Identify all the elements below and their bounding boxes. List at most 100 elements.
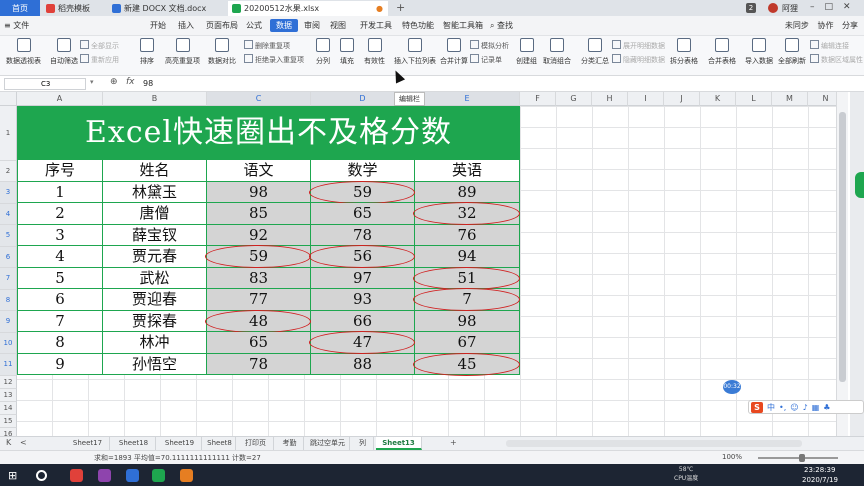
chevron-down-icon[interactable]: ▾ (90, 78, 94, 86)
import-data-button[interactable]: 导入数据 (745, 38, 773, 66)
table-cell[interactable]: 1 (17, 181, 103, 203)
sheet-tab[interactable]: 列 (352, 437, 374, 450)
highlight-dup-button[interactable]: 高亮重复项 (165, 38, 200, 66)
table-cell[interactable]: 林冲 (103, 332, 207, 354)
menu-insert[interactable]: 插入 (178, 20, 194, 31)
remove-dup-button[interactable]: 删除重复项 (244, 40, 290, 51)
zoom-icon[interactable]: ⊕ (110, 77, 118, 87)
table-cell[interactable]: 98 (415, 310, 520, 332)
hide-detail-button[interactable]: 隐藏明细数据 (612, 54, 665, 65)
row-header[interactable]: 1 (0, 106, 17, 161)
menu-review[interactable]: 审阅 (304, 20, 320, 31)
wps-icon[interactable] (70, 469, 83, 482)
share-button[interactable]: 分享 (842, 21, 858, 30)
row-header[interactable]: 12 (0, 375, 17, 389)
avatar[interactable] (768, 3, 778, 13)
table-cell[interactable]: 武松 (103, 267, 207, 289)
text-to-columns-button[interactable]: 分列 (316, 38, 330, 66)
window-controls[interactable]: –□✕ (810, 2, 861, 12)
header-cell[interactable]: 英语 (415, 160, 520, 182)
row-header[interactable]: 6 (0, 246, 17, 268)
table-cell[interactable]: 贾迎春 (103, 289, 207, 311)
column-header[interactable]: A (17, 92, 103, 106)
table-cell[interactable]: 76 (415, 224, 520, 246)
table-cell[interactable]: 67 (415, 332, 520, 354)
zoom-slider[interactable] (758, 457, 838, 459)
row-header[interactable]: 9 (0, 311, 17, 333)
pivot-table-button[interactable]: 数据透视表 (6, 38, 41, 66)
horizontal-scrollbar[interactable] (506, 440, 802, 447)
table-cell[interactable]: 48 (207, 310, 311, 332)
table-cell[interactable]: 47 (311, 332, 415, 354)
row-header[interactable]: 11 (0, 354, 17, 376)
table-cell[interactable]: 56 (311, 246, 415, 268)
sheet-tab[interactable]: Sheet8 (204, 437, 236, 450)
table-cell[interactable]: 林黛玉 (103, 181, 207, 203)
windows-start-icon[interactable]: ⊞ (8, 469, 21, 482)
row-header[interactable]: 5 (0, 225, 17, 247)
clock-date[interactable]: 2020/7/19 (802, 476, 838, 484)
recording-timer[interactable]: 00:32 (723, 380, 741, 394)
header-cell[interactable]: 序号 (17, 160, 103, 182)
column-header[interactable]: M (772, 92, 808, 106)
sheet-tab[interactable]: Sheet18 (112, 437, 156, 450)
prev-sheet-icon[interactable]: < (20, 438, 27, 447)
table-cell[interactable]: 85 (207, 203, 311, 225)
validation-button[interactable]: 有效性 (364, 38, 385, 66)
name-box[interactable]: C3 (4, 78, 86, 90)
row-header[interactable]: 3 (0, 182, 17, 204)
table-cell[interactable]: 65 (311, 203, 415, 225)
fill-button[interactable]: 填充 (340, 38, 354, 66)
header-cell[interactable]: 姓名 (103, 160, 207, 182)
table-cell[interactable]: 77 (207, 289, 311, 311)
row-header[interactable]: 10 (0, 332, 17, 354)
column-header[interactable]: K (700, 92, 736, 106)
menu-data[interactable]: 数据 (270, 19, 298, 32)
row-header[interactable]: 4 (0, 203, 17, 225)
ime-keyboard-icon[interactable]: ▦ (812, 403, 820, 412)
column-header[interactable]: B (103, 92, 207, 106)
add-sheet-icon[interactable]: + (450, 438, 457, 447)
consolidate-button[interactable]: 合并计算 (440, 38, 468, 66)
scroll-thumb[interactable] (839, 112, 846, 382)
new-tab-plus-icon[interactable]: + (396, 1, 405, 14)
row-header[interactable]: 14 (0, 401, 17, 415)
table-cell[interactable]: 9 (17, 353, 103, 375)
sheet-tab[interactable]: Sheet17 (66, 437, 110, 450)
data-compare-button[interactable]: 数据对比 (208, 38, 236, 66)
menu-developer[interactable]: 开发工具 (360, 20, 392, 31)
sheet-tab[interactable]: Sheet13 (376, 437, 422, 450)
search-icon[interactable] (36, 470, 47, 481)
menu-smart-tools[interactable]: 智能工具箱 (443, 20, 483, 31)
spreadsheet-grid[interactable]: ABCDEFGHIJKLMN 1234567891011121314151617… (0, 92, 836, 436)
table-cell[interactable]: 88 (311, 353, 415, 375)
app-icon[interactable] (98, 469, 111, 482)
ime-punct-icon[interactable]: •, (779, 403, 786, 412)
table-cell[interactable]: 83 (207, 267, 311, 289)
header-cell[interactable]: 数学 (311, 160, 415, 182)
row-header[interactable]: 15 (0, 414, 17, 428)
column-header[interactable]: G (556, 92, 592, 106)
column-header[interactable]: H (592, 92, 628, 106)
formula-input[interactable]: 98 (143, 79, 153, 88)
table-cell[interactable]: 59 (311, 181, 415, 203)
header-cell[interactable]: 语文 (207, 160, 311, 182)
fx-icon[interactable]: fx (126, 77, 135, 87)
row-header[interactable]: 8 (0, 289, 17, 311)
table-cell[interactable]: 51 (415, 267, 520, 289)
ime-toolbar[interactable]: S 中 •, ☺ ♪ ▦ ♣ (748, 400, 864, 414)
merge-table-button[interactable]: 合并表格 (708, 38, 736, 66)
sheet-tab[interactable]: Sheet19 (158, 437, 202, 450)
zoom-slider-handle[interactable] (799, 454, 805, 462)
table-cell[interactable]: 8 (17, 332, 103, 354)
ime-mode[interactable]: 中 (767, 402, 775, 413)
column-header[interactable]: I (628, 92, 664, 106)
sync-status[interactable]: 未同步 (785, 21, 809, 30)
show-all-button[interactable]: 全部显示 (80, 40, 119, 51)
table-cell[interactable]: 5 (17, 267, 103, 289)
tab-home[interactable]: 首页 (0, 0, 40, 16)
menu-search[interactable]: ⌕ 查找 (490, 20, 513, 31)
row-header[interactable]: 7 (0, 268, 17, 290)
row-header[interactable]: 16 (0, 427, 17, 436)
ime-skin-icon[interactable]: ♣ (823, 403, 830, 412)
